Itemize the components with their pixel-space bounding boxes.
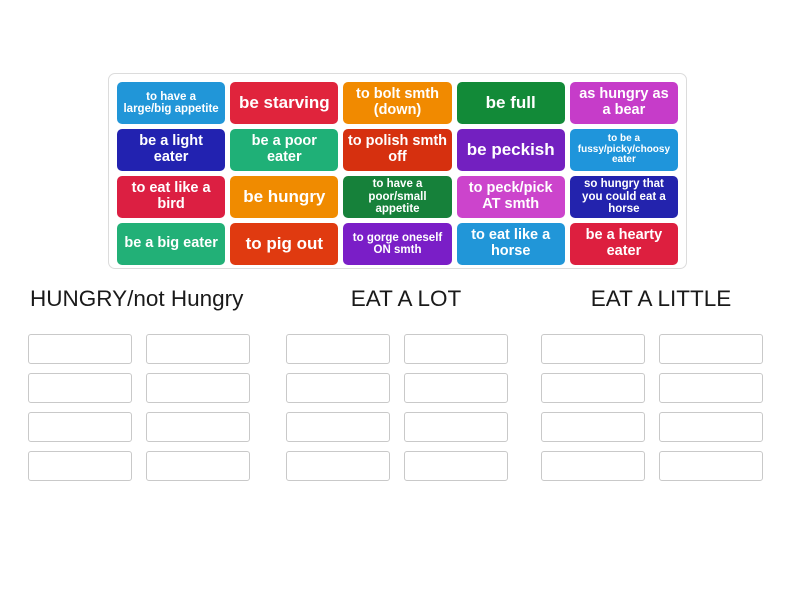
drop-slot[interactable] [404, 333, 508, 364]
drop-slot[interactable] [541, 372, 645, 403]
draggable-tile[interactable]: to eat like a bird [117, 176, 226, 218]
draggable-tile[interactable]: be starving [230, 82, 339, 124]
draggable-tile[interactable]: be a poor eater [230, 129, 339, 171]
draggable-tile[interactable]: be a big eater [117, 223, 226, 265]
category-column: HUNGRY/not Hungry [28, 286, 268, 481]
draggable-tile[interactable]: be a hearty eater [569, 223, 679, 265]
draggable-tile[interactable]: be a light eater [117, 129, 226, 171]
tile-row: to eat like a bird be hungry to have a poo… [117, 176, 679, 218]
tile-row: to have a large/big appetite be starving t… [117, 82, 679, 124]
drop-slot[interactable] [541, 450, 645, 481]
drop-slot[interactable] [28, 411, 132, 442]
category-title: EAT A LOT [350, 286, 462, 311]
draggable-tile[interactable]: to gorge oneself ON smth [343, 223, 452, 265]
category-column: EAT A LOT [286, 286, 526, 481]
drop-slot[interactable] [286, 333, 390, 364]
draggable-tile[interactable]: to be a fussy/picky/choosy eater [569, 129, 679, 171]
drop-zone-grid [286, 333, 526, 481]
draggable-tile[interactable]: to pig out [230, 223, 339, 265]
category-title: HUNGRY/not Hungry [30, 286, 244, 311]
drop-zone-grid [541, 333, 781, 481]
drop-slot[interactable] [659, 450, 763, 481]
drop-slot[interactable] [146, 333, 250, 364]
drop-slot[interactable] [541, 333, 645, 364]
draggable-tile[interactable]: to have a large/big appetite [117, 82, 226, 124]
draggable-tile[interactable]: to polish smth off [343, 129, 452, 171]
category-column: EAT A LITTLE [541, 286, 781, 481]
draggable-tile[interactable]: so hungry that you could eat a horse [569, 176, 679, 218]
draggable-tile[interactable]: be hungry [230, 176, 339, 218]
drop-slot[interactable] [541, 411, 645, 442]
draggable-tile[interactable]: to bolt smth (down) [343, 82, 452, 124]
drop-slot[interactable] [146, 450, 250, 481]
drop-slot[interactable] [286, 411, 390, 442]
drop-slot[interactable] [146, 372, 250, 403]
drop-slot[interactable] [28, 333, 132, 364]
drop-slot[interactable] [659, 372, 763, 403]
tile-row: be a big eater to pig out to gorge oneself… [117, 223, 679, 265]
drop-slot[interactable] [28, 450, 132, 481]
drop-slot[interactable] [659, 333, 763, 364]
drop-slot[interactable] [404, 372, 508, 403]
drop-slot[interactable] [404, 411, 508, 442]
drop-slot[interactable] [659, 411, 763, 442]
draggable-tile[interactable]: be full [456, 82, 565, 124]
drop-slot[interactable] [28, 372, 132, 403]
drop-slot[interactable] [286, 372, 390, 403]
tile-row: be a light eater be a poor eater to polish… [117, 129, 679, 171]
draggable-tile[interactable]: to have a poor/small appetite [343, 176, 452, 218]
tile-bank: to have a large/big appetite be starving t… [108, 73, 687, 269]
draggable-tile[interactable]: be peckish [456, 129, 565, 171]
drop-zone-grid [28, 333, 268, 481]
draggable-tile[interactable]: to peck/pick AT smth [456, 176, 565, 218]
category-columns: HUNGRY/not Hungry EAT A LOT EAT A LITTLE [0, 286, 800, 528]
category-title: EAT A LITTLE [590, 286, 732, 311]
drop-slot[interactable] [146, 411, 250, 442]
drop-slot[interactable] [286, 450, 390, 481]
draggable-tile[interactable]: as hungry as a bear [569, 82, 679, 124]
drop-slot[interactable] [404, 450, 508, 481]
draggable-tile[interactable]: to eat like a horse [456, 223, 565, 265]
